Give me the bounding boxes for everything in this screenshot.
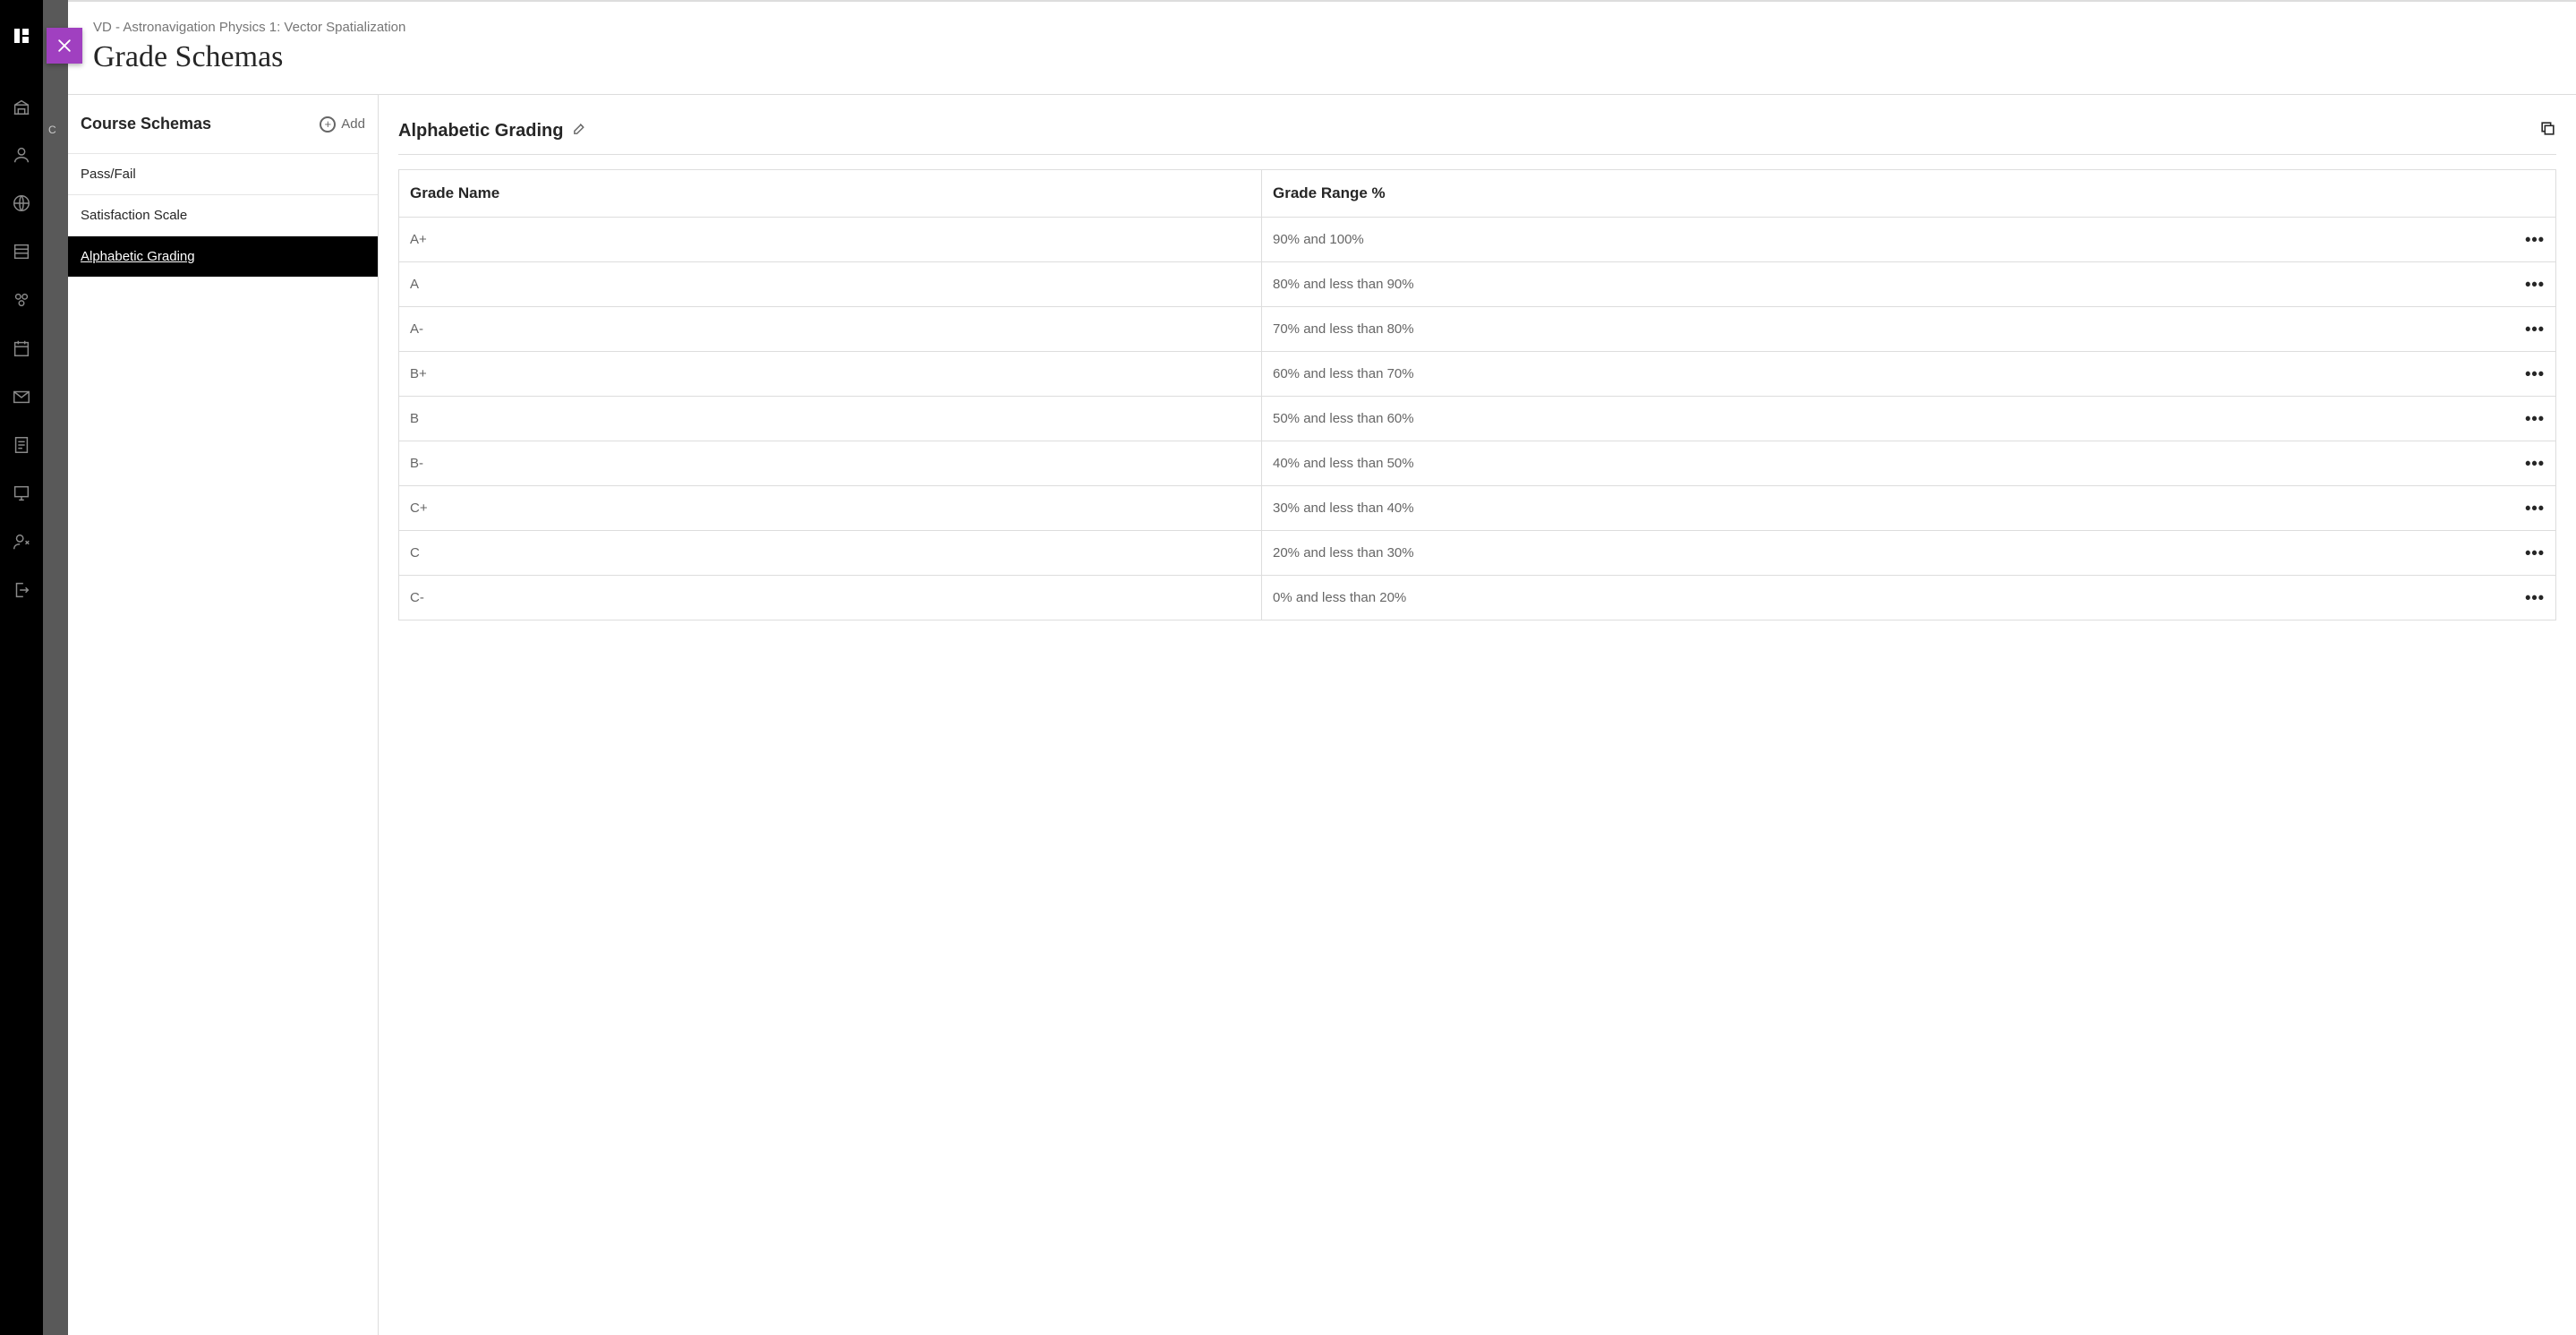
grade-range-cell: 40% and less than 50%••• bbox=[1262, 441, 2556, 486]
grade-name-cell: A+ bbox=[399, 218, 1262, 262]
add-schema-button[interactable]: + Add bbox=[320, 116, 365, 133]
nav-tools-icon[interactable] bbox=[0, 469, 43, 518]
nav-messages-icon[interactable] bbox=[0, 372, 43, 421]
close-button[interactable] bbox=[47, 28, 82, 64]
grade-name-cell: C+ bbox=[399, 486, 1262, 531]
nav-admin-icon[interactable] bbox=[0, 518, 43, 566]
nav-courses-icon[interactable] bbox=[0, 227, 43, 276]
nav-profile-icon[interactable] bbox=[0, 131, 43, 179]
page-title: Grade Schemas bbox=[93, 40, 2551, 74]
table-row: A-70% and less than 80%••• bbox=[399, 307, 2556, 352]
grades-table: Grade Name Grade Range % A+90% and 100%•… bbox=[398, 169, 2556, 620]
background-column: C bbox=[43, 0, 68, 1335]
table-row: C20% and less than 30%••• bbox=[399, 531, 2556, 576]
table-row: A80% and less than 90%••• bbox=[399, 262, 2556, 307]
row-menu-button[interactable]: ••• bbox=[2525, 454, 2545, 473]
grade-range-cell: 0% and less than 20%••• bbox=[1262, 576, 2556, 620]
table-row: C+30% and less than 40%••• bbox=[399, 486, 2556, 531]
grade-range-cell: 50% and less than 60%••• bbox=[1262, 397, 2556, 441]
breadcrumb: VD - Astronavigation Physics 1: Vector S… bbox=[93, 20, 2551, 35]
table-row: B+60% and less than 70%••• bbox=[399, 352, 2556, 397]
row-menu-button[interactable]: ••• bbox=[2525, 543, 2545, 562]
grade-name-cell: A- bbox=[399, 307, 1262, 352]
nav-signout-icon[interactable] bbox=[0, 566, 43, 614]
grade-range-cell: 70% and less than 80%••• bbox=[1262, 307, 2556, 352]
col-header-name: Grade Name bbox=[399, 170, 1262, 218]
grade-range-cell: 60% and less than 70%••• bbox=[1262, 352, 2556, 397]
schema-item[interactable]: Alphabetic Grading bbox=[68, 236, 378, 277]
edit-title-button[interactable] bbox=[572, 121, 587, 141]
copy-schema-button[interactable] bbox=[2539, 120, 2556, 141]
plus-icon: + bbox=[320, 116, 336, 133]
grade-name-cell: B bbox=[399, 397, 1262, 441]
row-menu-button[interactable]: ••• bbox=[2525, 320, 2545, 338]
schema-detail: Alphabetic Grading Grade Name Grade Rang… bbox=[379, 95, 2576, 1335]
grade-name-cell: A bbox=[399, 262, 1262, 307]
grade-name-cell: C bbox=[399, 531, 1262, 576]
grade-range-cell: 30% and less than 40%••• bbox=[1262, 486, 2556, 531]
col-header-range: Grade Range % bbox=[1262, 170, 2556, 218]
row-menu-button[interactable]: ••• bbox=[2525, 275, 2545, 294]
main-nav-strip bbox=[0, 0, 43, 1335]
table-row: B-40% and less than 50%••• bbox=[399, 441, 2556, 486]
panel-header: VD - Astronavigation Physics 1: Vector S… bbox=[68, 2, 2576, 95]
grade-range-cell: 80% and less than 90%••• bbox=[1262, 262, 2556, 307]
schema-item[interactable]: Satisfaction Scale bbox=[68, 195, 378, 236]
row-menu-button[interactable]: ••• bbox=[2525, 364, 2545, 383]
row-menu-button[interactable]: ••• bbox=[2525, 230, 2545, 249]
schema-sidebar: Course Schemas + Add Pass/FailSatisfacti… bbox=[68, 95, 379, 1335]
nav-activity-icon[interactable] bbox=[0, 179, 43, 227]
schema-list: Pass/FailSatisfaction ScaleAlphabetic Gr… bbox=[68, 153, 378, 277]
table-row: B50% and less than 60%••• bbox=[399, 397, 2556, 441]
add-label: Add bbox=[341, 116, 365, 132]
nav-organizations-icon[interactable] bbox=[0, 276, 43, 324]
sidebar-title: Course Schemas bbox=[81, 115, 211, 133]
row-menu-button[interactable]: ••• bbox=[2525, 409, 2545, 428]
table-row: A+90% and 100%••• bbox=[399, 218, 2556, 262]
grade-name-cell: B- bbox=[399, 441, 1262, 486]
nav-calendar-icon[interactable] bbox=[0, 324, 43, 372]
app-logo bbox=[11, 25, 32, 47]
grade-name-cell: C- bbox=[399, 576, 1262, 620]
grade-schemas-panel: VD - Astronavigation Physics 1: Vector S… bbox=[68, 0, 2576, 1335]
grade-range-cell: 90% and 100%••• bbox=[1262, 218, 2556, 262]
row-menu-button[interactable]: ••• bbox=[2525, 499, 2545, 518]
grade-range-cell: 20% and less than 30%••• bbox=[1262, 531, 2556, 576]
nav-grades-icon[interactable] bbox=[0, 421, 43, 469]
grade-name-cell: B+ bbox=[399, 352, 1262, 397]
nav-institution-icon[interactable] bbox=[0, 82, 43, 131]
schema-detail-title: Alphabetic Grading bbox=[398, 121, 563, 141]
schema-item[interactable]: Pass/Fail bbox=[68, 153, 378, 195]
row-menu-button[interactable]: ••• bbox=[2525, 588, 2545, 607]
table-row: C-0% and less than 20%••• bbox=[399, 576, 2556, 620]
